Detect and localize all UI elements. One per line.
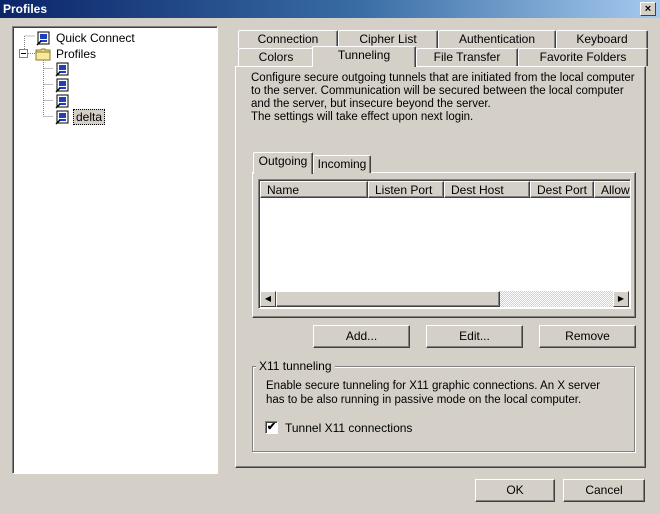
x11-description: Enable secure tunneling for X11 graphic … [266,379,600,407]
cancel-button[interactable]: Cancel [563,479,645,502]
computer-profile-icon [55,78,69,93]
tunnels-list[interactable]: Name Listen Port Dest Host Dest Port All… [258,179,631,309]
ok-button[interactable]: OK [475,479,555,502]
tree-item-label: Profiles [56,47,97,61]
computer-profile-icon [55,94,69,109]
description-line: to the server. Communication will be sec… [251,85,624,97]
column-header-dest-port[interactable]: Dest Port [530,181,594,198]
scroll-left-icon[interactable]: ◀ [260,291,276,307]
tunnel-x11-checkbox[interactable]: ✔ [265,421,278,434]
window-title: Profiles [3,2,48,16]
description-line: and the server, but insecure beyond the … [251,98,491,110]
x11-description-line: Enable secure tunneling for X11 graphic … [266,380,601,392]
tab-tunneling[interactable]: Tunneling [312,46,416,67]
profiles-tree[interactable]: Quick Connect Profiles delta [12,26,218,474]
column-header-dest-host[interactable]: Dest Host [444,181,530,198]
tree-item-label: Quick Connect [56,31,135,45]
computer-profile-icon [55,62,69,77]
close-button[interactable]: × [640,2,656,16]
description-line: Configure secure outgoing tunnels that a… [251,72,635,84]
scroll-thumb[interactable] [276,291,500,307]
tunnel-x11-label[interactable]: Tunnel X11 connections [285,421,412,435]
column-header-name[interactable]: Name [260,181,368,198]
x11-description-line: has to be also running in passive mode o… [266,394,582,406]
computer-profile-icon [55,110,69,125]
column-header-listen-port[interactable]: Listen Port [368,181,444,198]
folder-icon [35,48,51,61]
profiles-dialog: Profiles × Quick Connect Profiles delta … [0,0,660,514]
tab-favorite-folders[interactable]: Favorite Folders [518,48,648,66]
scroll-right-icon[interactable]: ▶ [613,291,629,307]
profiles-collapse-toggle[interactable] [19,49,28,58]
subtab-outgoing[interactable]: Outgoing [253,152,313,174]
x11-group-title: X11 tunneling [256,359,335,373]
horizontal-scrollbar[interactable]: ◀ ▶ [260,291,629,307]
tree-item-label: delta [73,109,106,125]
computer-profile-icon [36,31,50,46]
add-button[interactable]: Add... [313,325,410,348]
tab-file-transfer[interactable]: File Transfer [416,48,518,66]
tab-authentication[interactable]: Authentication [438,30,556,48]
edit-button[interactable]: Edit... [426,325,523,348]
description-line: The settings will take effect upon next … [251,111,474,123]
list-header: Name Listen Port Dest Host Dest Port All… [260,181,630,198]
column-header-allow[interactable]: Allow [594,181,630,198]
tunneling-description: Configure secure outgoing tunnels that a… [251,72,641,124]
tab-colors[interactable]: Colors [238,48,314,66]
remove-button[interactable]: Remove [539,325,636,348]
tab-keyboard[interactable]: Keyboard [556,30,648,48]
subtab-incoming[interactable]: Incoming [313,155,371,173]
title-bar: Profiles × [0,0,660,18]
